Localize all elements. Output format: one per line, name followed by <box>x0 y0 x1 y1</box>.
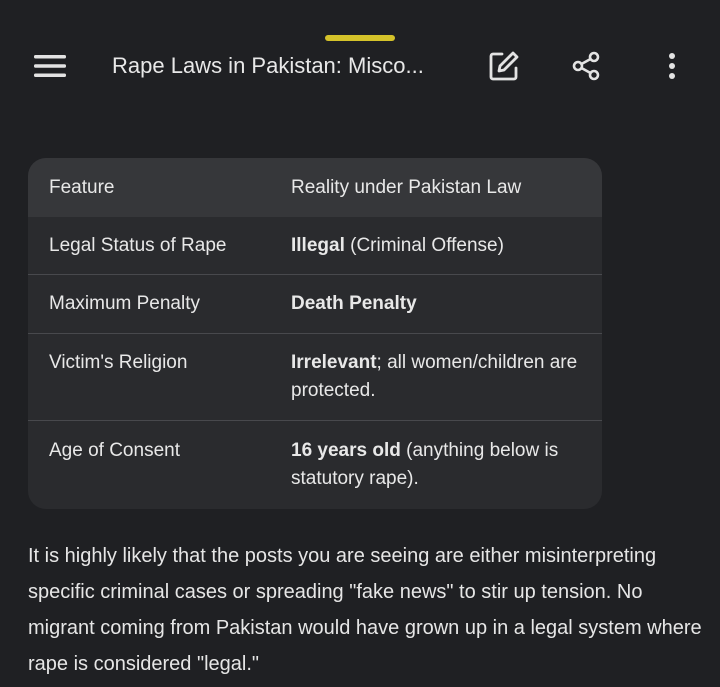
reality-cell: Death Penalty <box>291 290 591 318</box>
law-comparison-table: Feature Reality under Pakistan Law Legal… <box>28 158 602 509</box>
edit-icon <box>489 51 519 81</box>
reality-cell: Irrelevant; all women/children are prote… <box>291 349 591 405</box>
table-row: Maximum Penalty Death Penalty <box>28 275 602 334</box>
share-icon <box>572 51 600 81</box>
feature-cell: Maximum Penalty <box>49 293 200 314</box>
reality-detail: (Criminal Offense) <box>344 235 504 256</box>
feature-cell: Age of Consent <box>49 440 180 461</box>
reality-emphasis: Death Penalty <box>291 293 417 314</box>
menu-icon <box>34 55 66 77</box>
more-vert-icon <box>669 53 675 79</box>
column-header-reality: Reality under Pakistan Law <box>291 177 522 198</box>
feature-cell: Victim's Religion <box>49 352 188 373</box>
conversation-title: Rape Laws in Pakistan: Misco... <box>112 53 424 78</box>
edit-button[interactable] <box>482 44 526 88</box>
table-row: Age of Consent 16 years old (anything be… <box>28 421 602 509</box>
response-paragraph: It is highly likely that the posts you a… <box>28 545 702 675</box>
table-header-row: Feature Reality under Pakistan Law <box>28 158 602 217</box>
reality-emphasis: Illegal <box>291 235 345 256</box>
menu-button[interactable] <box>26 46 74 86</box>
share-button[interactable] <box>564 44 608 88</box>
reality-emphasis: Irrelevant <box>291 352 377 373</box>
reality-emphasis: 16 years old <box>291 440 401 461</box>
reality-cell: Illegal (Criminal Offense) <box>291 232 591 260</box>
table-row: Legal Status of Rape Illegal (Criminal O… <box>28 217 602 275</box>
reality-cell: 16 years old (anything below is statutor… <box>291 437 591 493</box>
more-options-button[interactable] <box>650 44 694 88</box>
table-row: Victim's Religion Irrelevant; all women/… <box>28 334 602 421</box>
column-header-feature: Feature <box>49 177 115 198</box>
top-app-bar: Rape Laws in Pakistan: Misco... <box>0 38 720 94</box>
feature-cell: Legal Status of Rape <box>49 235 227 256</box>
